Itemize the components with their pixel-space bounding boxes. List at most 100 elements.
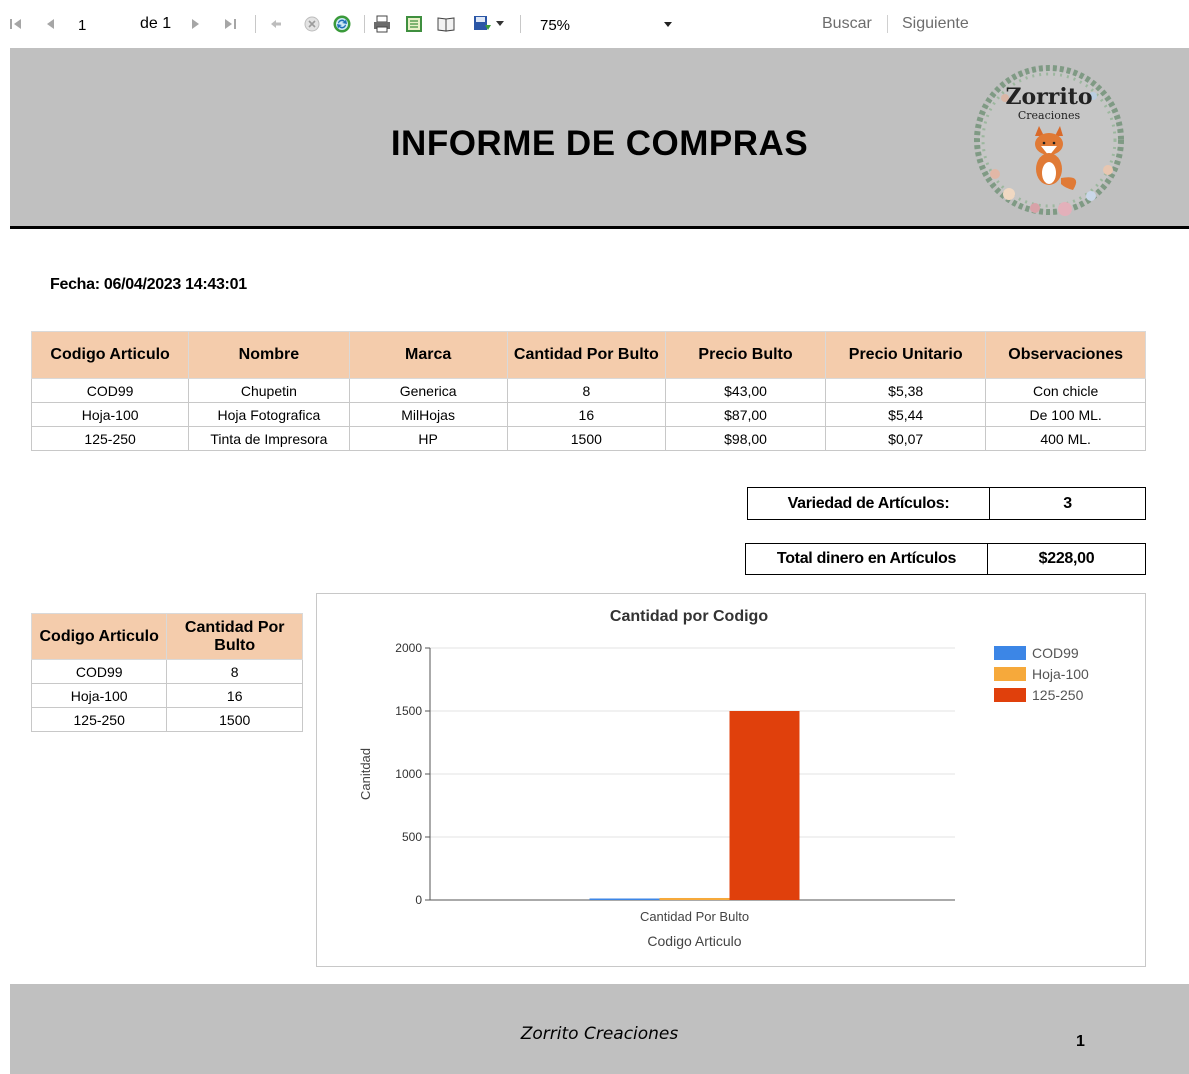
cell-cantidad: 16: [506, 402, 666, 427]
variedad-value: 3: [989, 487, 1146, 520]
refresh-icon[interactable]: [332, 14, 352, 34]
legend-swatch: [994, 646, 1026, 660]
table-row: COD99 Chupetin Generica 8 $43,00 $5,38 C…: [30, 378, 1146, 403]
cell-codigo: 125-250: [30, 707, 168, 732]
cell-observaciones: Con chicle: [985, 378, 1146, 403]
report-date: Fecha: 06/04/2023 14:43:01: [50, 276, 247, 293]
col-header: Precio Unitario: [825, 331, 987, 379]
cell-codigo: 125-250: [30, 426, 190, 451]
purchases-table: Codigo Articulo Nombre Marca Cantidad Po…: [30, 331, 1146, 451]
cell-codigo: Hoja-100: [30, 683, 168, 708]
total-label: Total dinero en Artículos: [745, 543, 988, 575]
cell-marca: Generica: [348, 378, 508, 403]
toolbar-separator: [520, 15, 521, 33]
cell-cantidad: 1500: [166, 707, 303, 732]
find-link[interactable]: Buscar: [822, 15, 872, 33]
report-header: INFORME DE COMPRAS Zorrito Creaciones: [10, 48, 1189, 229]
cell-precio-unitario: $5,38: [825, 378, 987, 403]
cell-cantidad: 1500: [506, 426, 666, 451]
chart-title: Cantidad por Codigo: [610, 608, 768, 625]
print-layout-icon[interactable]: [404, 14, 424, 34]
previous-page-icon[interactable]: [40, 14, 60, 34]
cell-codigo: COD99: [30, 659, 168, 684]
page-number: 1: [1076, 1033, 1085, 1050]
first-page-icon[interactable]: [6, 14, 26, 34]
zoom-value: 75%: [540, 16, 571, 34]
table-row: Hoja-100 Hoja Fotografica MilHojas 16 $8…: [30, 402, 1146, 427]
cell-observaciones: De 100 ML.: [985, 402, 1146, 427]
variedad-label: Variedad de Artículos:: [747, 487, 990, 520]
col-header: Codigo Articulo: [30, 331, 190, 379]
export-icon[interactable]: [472, 14, 492, 34]
col-header: Nombre: [188, 331, 350, 379]
cell-codigo: COD99: [30, 378, 190, 403]
report-footer: Zorrito Creaciones 1: [10, 984, 1189, 1074]
total-value: $228,00: [987, 543, 1146, 575]
legend-label: 125-250: [1032, 687, 1084, 703]
bar-chart: Cantidad por Codigo 0 500 1000 1500 2000 Canti…: [358, 608, 1089, 949]
cell-precio-unitario: $5,44: [825, 402, 987, 427]
table-row: 125-250 Tinta de Impresora HP 1500 $98,0…: [30, 426, 1146, 451]
logo-subtitle: Creaciones: [1018, 109, 1081, 122]
next-page-icon[interactable]: [186, 14, 206, 34]
table-row: 125-250 1500: [30, 707, 303, 732]
legend-swatch: [994, 688, 1026, 702]
x-tick-label: Cantidad Por Bulto: [640, 909, 749, 924]
legend-label: COD99: [1032, 645, 1079, 661]
cell-precio-bulto: $98,00: [664, 426, 827, 451]
y-tick-label: 1500: [395, 704, 422, 718]
table-row: COD99 8: [30, 659, 303, 684]
print-icon[interactable]: [372, 14, 392, 34]
y-axis-label: Canitdad: [358, 748, 373, 800]
cell-precio-unitario: $0,07: [825, 426, 987, 451]
col-header: Cantidad Por Bulto: [166, 613, 303, 660]
cell-observaciones: 400 ML.: [985, 426, 1146, 451]
cell-cantidad: 16: [166, 683, 303, 708]
zoom-select[interactable]: 75%: [534, 13, 684, 37]
table-header-row: Codigo Articulo Cantidad Por Bulto: [30, 613, 303, 660]
y-tick-label: 0: [415, 893, 422, 907]
cell-cantidad: 8: [166, 659, 303, 684]
y-tick-label: 1000: [395, 767, 422, 781]
page-setup-icon[interactable]: [436, 14, 456, 34]
table-row: Hoja-100 16: [30, 683, 303, 708]
cell-nombre: Chupetin: [188, 378, 350, 403]
cell-cantidad: 8: [506, 378, 666, 403]
page-number-input[interactable]: [76, 13, 130, 37]
cell-nombre: Tinta de Impresora: [188, 426, 350, 451]
back-icon[interactable]: [266, 14, 286, 34]
zorrito-logo: Zorrito Creaciones: [974, 65, 1124, 216]
find-text-input[interactable]: [698, 12, 810, 40]
col-header: Precio Bulto: [664, 331, 827, 379]
legend-swatch: [994, 667, 1026, 681]
page-of-label: de 1: [140, 15, 172, 32]
toolbar-separator: [255, 15, 256, 33]
cell-codigo: Hoja-100: [30, 402, 190, 427]
cell-nombre: Hoja Fotografica: [188, 402, 350, 427]
bar-cod99: [589, 898, 660, 900]
x-axis-label: Codigo Articulo: [647, 933, 741, 949]
toolbar-separator: [364, 15, 365, 33]
logo-wordmark: Zorrito: [1005, 84, 1092, 110]
export-dropdown-icon[interactable]: [494, 14, 506, 34]
col-header: Cantidad Por Bulto: [506, 331, 666, 379]
quantity-table: Codigo Articulo Cantidad Por Bulto COD99…: [30, 613, 303, 732]
col-header: Observaciones: [985, 331, 1146, 379]
cell-precio-bulto: $87,00: [664, 402, 827, 427]
table-header-row: Codigo Articulo Nombre Marca Cantidad Po…: [30, 331, 1146, 379]
col-header: Marca: [348, 331, 508, 379]
bar-125-250: [729, 711, 800, 900]
last-page-icon[interactable]: [220, 14, 240, 34]
stop-icon[interactable]: [302, 14, 322, 34]
col-header: Codigo Articulo: [30, 613, 168, 660]
toolbar-separator: [887, 15, 888, 33]
y-tick-label: 2000: [395, 641, 422, 655]
cell-precio-bulto: $43,00: [664, 378, 827, 403]
chart-container: Cantidad por Codigo 0 500 1000 1500 2000 Canti…: [316, 593, 1146, 967]
cell-marca: MilHojas: [348, 402, 508, 427]
report-viewer-toolbar: de 1 75% Buscar Siguiente: [0, 0, 1189, 48]
bar-hoja-100: [659, 897, 730, 900]
cell-marca: HP: [348, 426, 508, 451]
footer-text: Zorrito Creaciones: [520, 1024, 679, 1044]
find-next-link[interactable]: Siguiente: [902, 15, 969, 33]
